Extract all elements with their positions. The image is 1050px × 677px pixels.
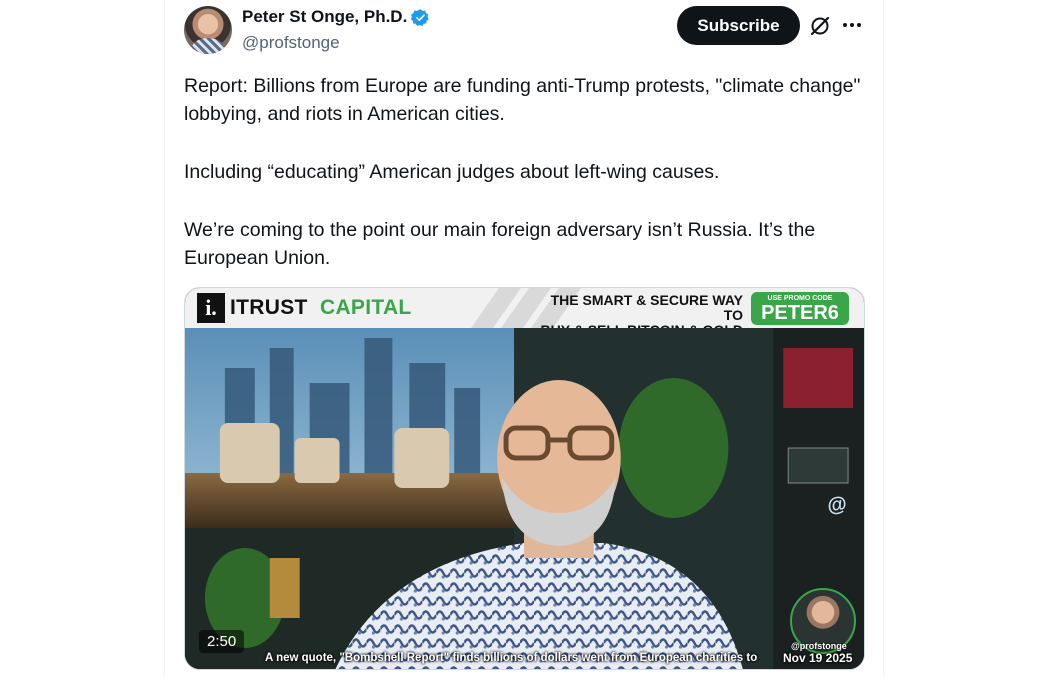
subscribe-button[interactable]: Subscribe	[677, 6, 800, 45]
tweet: Peter St Onge, Ph.D. @profstonge Subscri…	[165, 0, 883, 677]
sponsor-tagline-line1: THE SMART & SECURE WAY TO	[550, 292, 743, 323]
corner-handle: @profstonge	[791, 641, 847, 651]
tweet-paragraph: Report: Billions from Europe are funding…	[184, 75, 861, 125]
svg-text:@: @	[826, 493, 848, 518]
itrust-logo-mark: i.	[197, 293, 225, 323]
verified-badge-icon[interactable]	[411, 8, 430, 27]
video-frame: @	[185, 328, 864, 669]
corner-date: Nov 19 2025	[783, 651, 853, 665]
timeline-border-right	[883, 0, 884, 677]
video-duration: 2:50	[199, 630, 245, 653]
grok-icon[interactable]	[808, 14, 832, 38]
sponsor-banner: i. ITRUST CAPITAL THE SMART & SECURE WAY…	[185, 288, 864, 338]
itrust-logo-text: ITRUST	[230, 296, 308, 319]
author-handle[interactable]: @profstonge	[242, 33, 340, 53]
video-caption: A new quote, "Bombshell Report" finds bi…	[265, 652, 758, 664]
promo-code-badge: USE PROMO CODE PETER6	[751, 292, 849, 325]
tweet-paragraph: We’re coming to the point our main forei…	[184, 219, 816, 269]
more-options-icon[interactable]	[841, 14, 863, 36]
tweet-text: Report: Billions from Europe are funding…	[184, 72, 874, 302]
video-player[interactable]: i. ITRUST CAPITAL THE SMART & SECURE WAY…	[184, 287, 865, 670]
author-display-name[interactable]: Peter St Onge, Ph.D.	[242, 6, 407, 28]
author-name-row: Peter St Onge, Ph.D.	[242, 6, 430, 28]
promo-code: PETER6	[761, 302, 839, 324]
tweet-paragraph: Including “educating” American judges ab…	[184, 161, 720, 183]
author-avatar[interactable]	[184, 6, 232, 54]
capital-logo-text: CAPITAL	[320, 296, 412, 319]
